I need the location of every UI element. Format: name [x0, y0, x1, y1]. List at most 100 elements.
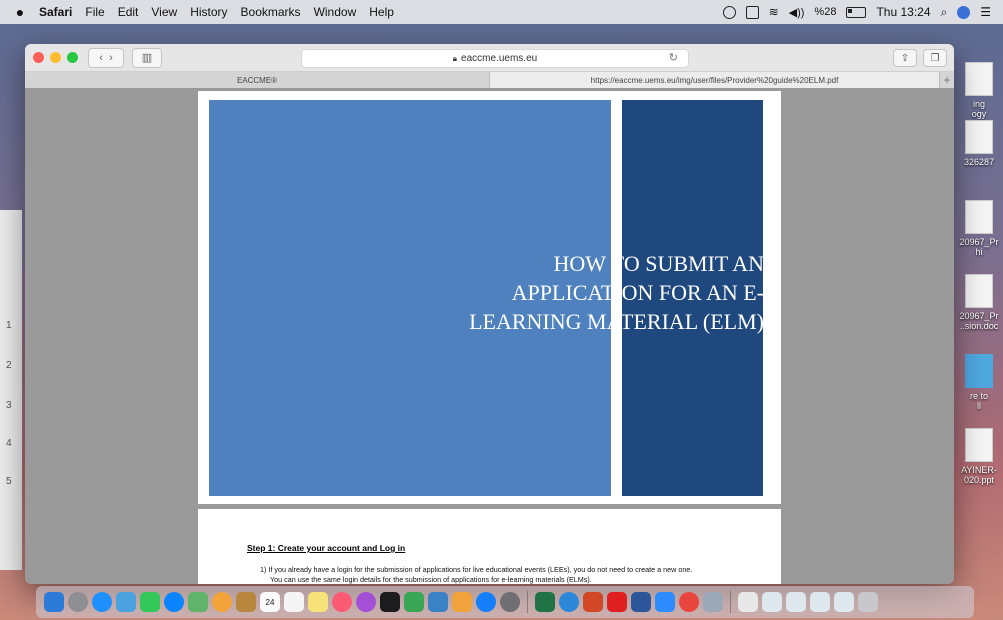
url-text: eaccme.uems.eu [461, 53, 538, 64]
podcasts-icon[interactable] [356, 592, 376, 612]
menu-app-name[interactable]: Safari [39, 5, 72, 19]
edge-icon[interactable] [559, 592, 579, 612]
status-menu-icon[interactable] [722, 5, 736, 19]
menu-view[interactable]: View [151, 5, 177, 19]
launchpad-icon[interactable] [68, 592, 88, 612]
sidebar-icon: ▥ [141, 52, 153, 64]
display-icon[interactable] [745, 5, 759, 19]
ruler-number: 2 [6, 360, 12, 371]
clock[interactable]: Thu 13:24 [876, 5, 930, 19]
file-icon [965, 200, 993, 234]
menu-help[interactable]: Help [369, 5, 394, 19]
maps-icon[interactable] [188, 592, 208, 612]
wifi-icon[interactable]: ≋ [769, 5, 779, 19]
desktop-file-label: AYINER- 020.ppt [961, 465, 997, 485]
anydesk-icon[interactable] [679, 592, 699, 612]
file-icon [965, 274, 993, 308]
minimized-window-icon[interactable] [834, 592, 854, 612]
minimize-window-button[interactable] [50, 52, 61, 63]
close-window-button[interactable] [33, 52, 44, 63]
desktop-file-label: re to ll [969, 391, 988, 411]
contacts-icon[interactable] [236, 592, 256, 612]
paragraph-line: 1) If you already have a login for the s… [260, 565, 693, 574]
minimized-window-icon[interactable] [810, 592, 830, 612]
safari-icon[interactable] [92, 592, 112, 612]
volume-icon[interactable]: ◀)) [789, 6, 805, 19]
messages-icon[interactable] [164, 592, 184, 612]
menu-bookmarks[interactable]: Bookmarks [241, 5, 301, 19]
dock: 24 [36, 586, 974, 618]
desktop-file-label: 20967_Pr ..sion.doc [959, 311, 999, 331]
apple-menu-icon[interactable]: ● [14, 4, 26, 20]
step-heading: Step 1: Create your account and Log in [247, 543, 406, 553]
new-tab-button[interactable]: + [940, 72, 954, 88]
back-forward-buttons[interactable]: ‹ › [88, 47, 124, 68]
title-bar: ‹ › ▥ 🔒︎ eaccme.uems.eu ↻ ⇪ ❐ [25, 44, 954, 72]
minimized-window-icon[interactable] [762, 592, 782, 612]
share-button[interactable]: ⇪ [893, 49, 917, 67]
zoom-window-button[interactable] [67, 52, 78, 63]
menu-edit[interactable]: Edit [118, 5, 139, 19]
word-icon[interactable] [631, 592, 651, 612]
music-icon[interactable] [332, 592, 352, 612]
reload-icon[interactable]: ↻ [669, 51, 678, 64]
desktop-file[interactable]: 20967_Pr hi [955, 200, 1003, 257]
tab-pdf[interactable]: https://eaccme.uems.eu/img/user/files/Pr… [490, 72, 941, 88]
spotlight-search-icon[interactable]: ⌕ [941, 5, 948, 20]
pdf-page-step1: Step 1: Create your account and Log in 1… [198, 509, 781, 584]
tab-bar: EACCME® https://eaccme.uems.eu/img/user/… [25, 72, 954, 88]
acrobat-icon[interactable] [607, 592, 627, 612]
minimized-window-icon[interactable] [786, 592, 806, 612]
siri-icon[interactable] [957, 5, 971, 19]
trash-icon[interactable] [858, 592, 878, 612]
file-icon [965, 428, 993, 462]
desktop-file-label: 20967_Pr hi [959, 237, 999, 257]
mail-icon[interactable] [116, 592, 136, 612]
numbers-icon[interactable] [404, 592, 424, 612]
keynote-icon[interactable] [428, 592, 448, 612]
tab-eaccme[interactable]: EACCME® [25, 72, 490, 88]
file-icon [965, 62, 993, 96]
finder-icon[interactable] [44, 592, 64, 612]
battery-icon[interactable] [846, 6, 867, 18]
desktop-file[interactable]: 20967_Pr ..sion.doc [955, 274, 1003, 331]
notification-center-icon[interactable]: ☰ [980, 5, 991, 19]
desktop-file[interactable]: re to ll [955, 354, 1003, 411]
downloads-folder-icon[interactable] [738, 592, 758, 612]
address-bar[interactable]: 🔒︎ eaccme.uems.eu ↻ [301, 49, 689, 68]
lock-icon: 🔒︎ [452, 53, 458, 63]
tab-overview-button[interactable]: ❐ [923, 49, 947, 67]
desktop-file-label: ing ogy [971, 99, 987, 119]
zoom-icon[interactable] [655, 592, 675, 612]
file-icon [965, 120, 993, 154]
desktop-file[interactable]: ing ogy [955, 62, 1003, 119]
notes-icon[interactable] [308, 592, 328, 612]
powerpoint-icon[interactable] [583, 592, 603, 612]
safari-window: ‹ › ▥ 🔒︎ eaccme.uems.eu ↻ ⇪ ❐ EACCME® ht… [25, 44, 954, 584]
battery-percent[interactable]: %28 [814, 6, 836, 18]
desktop-file[interactable]: AYINER- 020.ppt [955, 428, 1003, 485]
facetime-icon[interactable] [140, 592, 160, 612]
photos-icon[interactable] [212, 592, 232, 612]
tab-label: https://eaccme.uems.eu/img/user/files/Pr… [590, 75, 839, 85]
ruler-number: 5 [6, 476, 12, 487]
menu-window[interactable]: Window [314, 5, 357, 19]
desktop-file[interactable]: 326287 [955, 120, 1003, 167]
menu-file[interactable]: File [85, 5, 104, 19]
forward-icon[interactable]: › [109, 52, 113, 64]
back-icon[interactable]: ‹ [99, 52, 103, 64]
menu-history[interactable]: History [190, 5, 227, 19]
ruler-number: 4 [6, 438, 12, 449]
ruler-number: 1 [6, 320, 12, 331]
sidebar-toggle-button[interactable]: ▥ [132, 47, 162, 68]
app-store-icon[interactable] [476, 592, 496, 612]
pages-icon[interactable] [452, 592, 472, 612]
excel-icon[interactable] [535, 592, 555, 612]
tv-icon[interactable] [380, 592, 400, 612]
paragraph-line: You can use the same login details for t… [270, 575, 592, 584]
preview-icon[interactable] [703, 592, 723, 612]
reminders-icon[interactable] [284, 592, 304, 612]
calendar-icon[interactable]: 24 [260, 592, 280, 612]
share-icon: ⇪ [900, 52, 910, 64]
system-preferences-icon[interactable] [500, 592, 520, 612]
